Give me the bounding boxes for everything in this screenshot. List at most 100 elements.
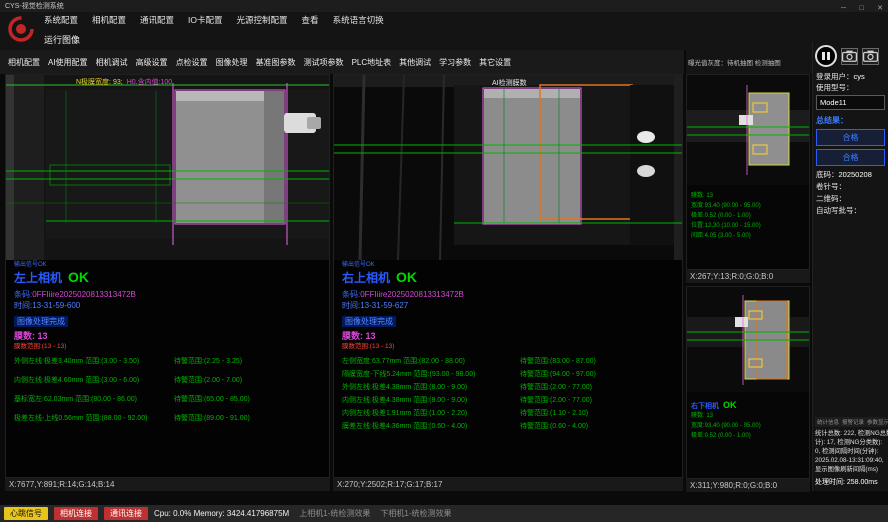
stats-line: 2025.02.08-13:31:09:40,: [815, 456, 886, 465]
tab-learn-params[interactable]: 学习参数: [435, 57, 475, 68]
left-film-count: 膜数: 13: [14, 331, 327, 342]
sub-camera-2-coordinates: X:311;Y:980;R:0;G:0;B:0: [686, 479, 810, 492]
tab-ai-config[interactable]: AI使用配置: [44, 57, 92, 68]
measurement-main: 内侧左线:极差1.91mm 范围:(1.00 - 2.20): [342, 409, 520, 418]
measurement-main: 隔膜宽度-下线5.24mm 范围:(93.00 - 98.00): [342, 370, 520, 379]
reel-number-row: 卷针号：: [816, 181, 885, 193]
stats-tab-info[interactable]: 统计信息: [817, 418, 839, 426]
measurement-main: 左侧宽度:63.77mm 范围:(82.00 - 88.00): [342, 357, 520, 366]
sub-camera-1-coordinates: X:267;Y:13;R:0;G:0;B:0: [686, 270, 810, 283]
qr-code-row: 二维码：: [816, 193, 885, 205]
menu-item-io-config[interactable]: IO卡配置: [188, 14, 222, 26]
tab-camera-config[interactable]: 相机配置: [4, 57, 44, 68]
menu-item-light-config[interactable]: 光源控制配置: [237, 14, 288, 26]
app-window: CYS-视觉检测系统 ─ □ ✕ 系统配置 相机配置 通讯配置 IO卡配置 光源…: [0, 0, 888, 522]
minimize-button[interactable]: ─: [841, 5, 846, 12]
bottom-code-row: 底码：20250208: [816, 169, 885, 181]
measurement-warn: 待警范围:(2.00 - 77.00): [520, 383, 592, 392]
left-barcode-value: 0FFIiire2025020813313472B: [32, 290, 136, 299]
tab-advanced-settings[interactable]: 高级设置: [132, 57, 172, 68]
sub-camera-2-view[interactable]: 右下相机OK 膜数: 13 宽度:93.40 (90.00 - 95.00) 极…: [686, 286, 810, 479]
camera-a-button[interactable]: [841, 48, 858, 65]
sub2-result-line: 极差:0.52 (0.00 - 1.00): [691, 431, 761, 441]
menu-item-view[interactable]: 查看: [302, 14, 319, 26]
right-signal-text: 输出信号OK: [342, 261, 680, 269]
auto-batch-label: 自动写批号：: [816, 206, 861, 215]
right-name-row: 右上相机OK: [342, 269, 680, 287]
measurement-row: 基标宽左:62.03mm 范围:(80.00 - 86.00)待警范围:(65.…: [14, 395, 327, 404]
toolbar: 相机配置 AI使用配置 相机调试 高级设置 点检设置 图像处理 基准图参数 测试…: [0, 50, 684, 74]
menu-item-language[interactable]: 系统语言切换: [333, 14, 384, 26]
left-camera-view[interactable]: N极膜宽度: 93;H0.含内值:100 输出信号OK 左上相机OK 条码:0F…: [5, 74, 330, 478]
tab-spot-check[interactable]: 点检设置: [172, 57, 212, 68]
bottom-code-value: 20250208: [839, 170, 872, 179]
app-logo-icon: [6, 14, 36, 44]
tab-baseline-params[interactable]: 基准图参数: [252, 57, 300, 68]
left-overlay-value: H0.含内值:100: [127, 79, 173, 86]
measurement-main: 内侧左线:极差4.60mm 范围:(3.00 - 6.00): [14, 376, 174, 385]
measurement-main: 外侧左线:极差3.40mm 范围:(3.00 - 3.50): [14, 357, 174, 366]
camera-icon: [863, 50, 878, 63]
left-time-line: 时间:13-31-59-600: [14, 301, 327, 311]
left-camera-name: 左上相机: [14, 271, 62, 285]
sub-camera-2-name: 右下相机: [691, 403, 719, 410]
sub1-result-line: 膜数: 13: [691, 191, 761, 201]
pause-icon: [827, 52, 830, 60]
measurement-warn: 待警范围:(1.10 - 2.10): [520, 409, 588, 418]
right-measurements: 左侧宽度:63.77mm 范围:(82.00 - 88.00)待警范围:(83.…: [342, 357, 680, 431]
left-camera-overlay-text: N极膜宽度: 93;H0.含内值:100: [76, 77, 172, 87]
login-value: cys: [854, 72, 865, 81]
tab-camera-debug[interactable]: 相机调试: [92, 57, 132, 68]
measurement-row: 左侧宽度:63.77mm 范围:(82.00 - 88.00)待警范围:(83.…: [342, 357, 680, 366]
right-camera-overlay-text: AI检测膜数: [492, 78, 527, 88]
window-title: CYS-视觉检测系统: [5, 1, 64, 11]
pause-button[interactable]: [815, 45, 837, 67]
sub-camera-1-view[interactable]: 膜数: 13 宽度:93.40 (90.00 - 95.00) 极差:0.52 …: [686, 74, 810, 270]
menu-item-camera-config[interactable]: 相机配置: [92, 14, 126, 26]
left-barcode-label: 条码:: [14, 290, 32, 299]
sub2-result-line: 膜数: 13: [691, 411, 761, 421]
menu-item-comm-config[interactable]: 通讯配置: [140, 14, 174, 26]
right-time-line: 时间:13-31-59-627: [342, 301, 680, 311]
left-barcode-line: 条码:0FFIiire2025020813313472B: [14, 290, 327, 300]
total-result-label: 总结果：: [816, 115, 885, 126]
measurement-warn: 待警范围:(94.00 - 97.00): [520, 370, 596, 379]
sub2-result-line: 宽度:93.40 (90.00 - 95.00): [691, 421, 761, 431]
close-button[interactable]: ✕: [877, 5, 883, 12]
left-camera-status: 输出信号OK 左上相机OK 条码:0FFIiire202502081331347…: [14, 261, 327, 433]
sub-camera-2-results: 膜数: 13 宽度:93.40 (90.00 - 95.00) 极差:0.52 …: [691, 411, 761, 441]
login-label: 登录用户：: [816, 72, 854, 81]
camera-b-button[interactable]: [862, 48, 879, 65]
tab-misc-settings[interactable]: 其它设置: [475, 57, 515, 68]
menu-item-system-config[interactable]: 系统配置: [44, 14, 78, 26]
tab-other-debug[interactable]: 其他调试: [395, 57, 435, 68]
measurement-main: 极差左线-上线0.56mm 范围:(88.00 - 92.00): [14, 414, 174, 423]
bottom-code-label: 底码：: [816, 170, 839, 179]
stats-tab-params[interactable]: 参数显示: [867, 418, 888, 426]
top-camera-status-label: 上相机1-统检测效果: [299, 508, 370, 519]
stats-line: 0, 检测间隔时间(分钟):: [815, 447, 886, 456]
measurement-warn: 待警范围:(2.00 - 7.00): [174, 376, 242, 385]
right-camera-view[interactable]: AI检测膜数 输出信号OK 右上相机OK 条码:0FFIiire20250208…: [333, 74, 683, 478]
left-measurements: 外侧左线:极差3.40mm 范围:(3.00 - 3.50)待警范围:(2.25…: [14, 357, 327, 423]
process-time: 处理时间: 258.00ms: [815, 477, 886, 487]
maximize-button[interactable]: □: [859, 5, 863, 12]
right-camera-name: 右上相机: [342, 271, 390, 285]
measurement-warn: 待警范围:(2.00 - 77.00): [520, 396, 592, 405]
comm-link-indicator: 通讯连接: [104, 507, 148, 520]
pause-icon: [822, 52, 825, 60]
tab-test-params[interactable]: 测试项参数: [300, 57, 348, 68]
cpu-memory-readout: Cpu: 0.0% Memory: 3424.41796875M: [154, 509, 289, 518]
control-buttons: [813, 42, 888, 69]
result-indicator-1: 合格: [816, 129, 885, 146]
tab-image-process[interactable]: 图像处理: [212, 57, 252, 68]
auto-batch-row: 自动写批号：: [816, 205, 885, 217]
result-indicator-2: 合格: [816, 149, 885, 166]
run-image-tab[interactable]: 运行图像: [44, 31, 80, 47]
login-row: 登录用户：cys: [816, 71, 885, 82]
model-select[interactable]: Mode11: [816, 95, 885, 110]
tab-plc-table[interactable]: PLC地址表: [348, 57, 396, 68]
measurement-warn: 待警范围:(65.00 - 85.00): [174, 395, 250, 404]
left-status-badge: OK: [68, 269, 89, 285]
stats-tab-alarm[interactable]: 报警记录: [842, 418, 864, 426]
